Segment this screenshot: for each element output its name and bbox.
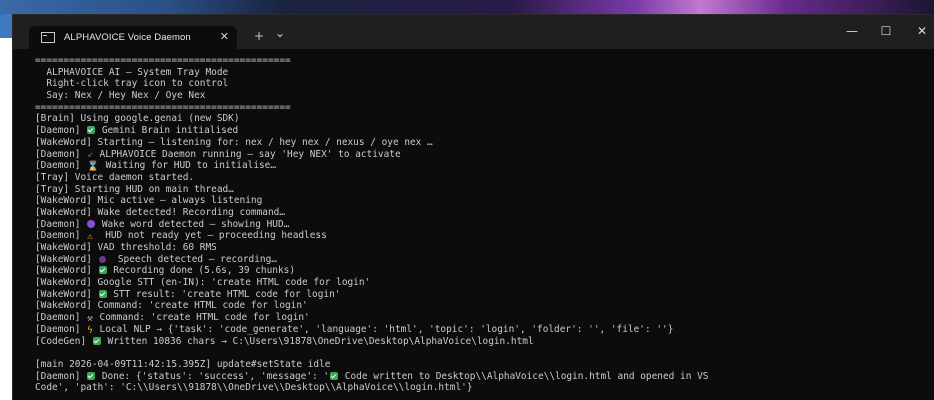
terminal-line: [Tray] Starting HUD on main thread… bbox=[35, 184, 931, 196]
line-text: [WakeWord] Command: 'create HTML code fo… bbox=[35, 300, 308, 312]
line-prefix: [CodeGen] bbox=[35, 335, 92, 347]
line-text: Command: 'create HTML code for login' bbox=[93, 312, 310, 324]
check-icon bbox=[87, 371, 96, 380]
line-text: [WakeWord] VAD threshold: 60 RMS bbox=[35, 242, 217, 253]
line-prefix: [WakeWord] bbox=[35, 253, 98, 265]
line-prefix: [Daemon] bbox=[35, 218, 87, 230]
check-icon bbox=[330, 371, 339, 380]
terminal-line: [WakeWord] Google STT (en-IN): 'create H… bbox=[35, 277, 931, 289]
tab-alphavoice[interactable]: ALPHAVOICE Voice Daemon ✕ bbox=[29, 26, 237, 49]
tab-title: ALPHAVOICE Voice Daemon bbox=[64, 32, 191, 43]
terminal-line: [Daemon] Wake word detected – showing HU… bbox=[35, 219, 931, 231]
line-text: HUD not ready yet – proceeding headless bbox=[93, 230, 327, 242]
terminal-line: Code', 'path': 'C:\\Users\\91878\\OneDri… bbox=[35, 382, 931, 394]
line-text: [WakeWord] Wake detected! Recording comm… bbox=[35, 206, 286, 218]
line-text: [Tray] Voice daemon started. bbox=[35, 171, 195, 183]
warning-icon: ⚠ bbox=[87, 231, 93, 242]
terminal-output[interactable]: ========================================… bbox=[35, 55, 931, 394]
line-prefix: [Daemon] bbox=[35, 230, 87, 242]
terminal-line: ========================================… bbox=[35, 102, 931, 114]
line-text: ALPHAVOICE Daemon running – say 'Hey NEX… bbox=[93, 148, 401, 160]
line-prefix: [WakeWord] bbox=[35, 288, 98, 300]
terminal-line: [WakeWord] Wake detected! Recording comm… bbox=[35, 207, 931, 219]
terminal-line: [Daemon] ϟ Local NLP → {'task': 'code_ge… bbox=[35, 324, 931, 336]
bolt-icon: ϟ bbox=[87, 324, 93, 336]
rocket-icon: ➶ bbox=[87, 149, 93, 161]
check-icon bbox=[92, 336, 101, 345]
line-text: Written 10836 chars → C:\Users\91878\One… bbox=[101, 335, 534, 347]
terminal-line: [Tray] Voice daemon started. bbox=[35, 172, 931, 184]
terminal-line: [Daemon] ⚠ HUD not ready yet – proceedin… bbox=[35, 230, 931, 242]
terminal-line: [WakeWord] Command: 'create HTML code fo… bbox=[35, 300, 931, 312]
line-text: Say: Nex / Hey Nex / Oye Nex bbox=[35, 90, 206, 102]
line-prefix: [WakeWord] bbox=[35, 265, 98, 277]
line-text: Right-click tray icon to control bbox=[35, 78, 229, 90]
line-text: [Tray] Starting HUD on main thread… bbox=[35, 183, 234, 195]
terminal-line: [Daemon] ⌛ Waiting for HUD to initialise… bbox=[35, 160, 931, 172]
tab-close-icon[interactable]: ✕ bbox=[220, 31, 229, 43]
terminal-line: [Daemon] ⚒ Command: 'create HTML code fo… bbox=[35, 312, 931, 324]
line-text: [main 2026-04-09T11:42:15.395Z] update#s… bbox=[35, 358, 331, 370]
line-text: Local NLP → {'task': 'code_generate', 'l… bbox=[93, 323, 674, 335]
terminal-line: Say: Nex / Hey Nex / Oye Nex bbox=[35, 90, 931, 102]
new-tab-button[interactable]: + bbox=[254, 29, 264, 43]
line-text: Code', 'path': 'C:\\Users\\91878\\OneDri… bbox=[35, 382, 473, 394]
line-text: [WakeWord] Google STT (en-IN): 'create H… bbox=[35, 277, 371, 289]
terminal-line: [WakeWord] Recording done (5.6s, 39 chun… bbox=[35, 265, 931, 277]
check-icon bbox=[98, 266, 107, 275]
line-text: [WakeWord] Starting – listening for: nex… bbox=[35, 136, 433, 148]
terminal-line: ========================================… bbox=[35, 55, 931, 67]
terminal-icon bbox=[41, 32, 55, 43]
line-prefix: [Daemon] bbox=[35, 370, 87, 382]
line-text: [Brain] Using google.genai (new SDK) bbox=[35, 113, 240, 125]
purple-circle-icon bbox=[87, 219, 96, 228]
hourglass-icon: ⌛ bbox=[87, 161, 99, 172]
terminal-line: [WakeWord] Speech detected – recording… bbox=[35, 254, 931, 266]
terminal-line: [WakeWord] Mic active – always listening bbox=[35, 195, 931, 207]
terminal-line: [WakeWord] VAD threshold: 60 RMS bbox=[35, 242, 931, 254]
terminal-line: [CodeGen] Written 10836 chars → C:\Users… bbox=[35, 336, 931, 348]
terminal-line: [Brain] Using google.genai (new SDK) bbox=[35, 113, 931, 125]
line-text: Waiting for HUD to initialise… bbox=[99, 160, 277, 172]
line-text: Recording done (5.6s, 39 chunks) bbox=[107, 265, 296, 277]
terminal-line: [WakeWord] STT result: 'create HTML code… bbox=[35, 289, 931, 301]
speech-icon bbox=[98, 255, 106, 263]
line-prefix: [Daemon] bbox=[35, 312, 87, 324]
line-text: Wake word detected – showing HUD… bbox=[96, 218, 290, 230]
terminal-line: Right-click tray icon to control bbox=[35, 78, 931, 90]
line-prefix: [Daemon] bbox=[35, 160, 87, 172]
terminal-line: [main 2026-04-09T11:42:15.395Z] update#s… bbox=[35, 359, 931, 371]
line-text: ALPHAVOICE AI – System Tray Mode bbox=[35, 66, 229, 78]
line-text: Gemini Brain initialised bbox=[96, 125, 239, 137]
terminal-line: [WakeWord] Starting – listening for: nex… bbox=[35, 137, 931, 149]
line-text: [WakeWord] Mic active – always listening bbox=[35, 195, 263, 207]
terminal-line: ALPHAVOICE AI – System Tray Mode bbox=[35, 67, 931, 79]
line-text: Code written to Desktop\\AlphaVoice\\log… bbox=[339, 370, 709, 382]
line-prefix: [Daemon] bbox=[35, 125, 87, 137]
line-text: Speech detected – recording… bbox=[106, 253, 277, 265]
maximize-button[interactable]: ☐ bbox=[876, 24, 896, 38]
line-text: Done: {'status': 'success', 'message': ' bbox=[96, 370, 330, 382]
line-prefix: [Daemon] bbox=[35, 323, 87, 335]
terminal-window: ALPHAVOICE Voice Daemon ✕ + ⌄ — ☐ ✕ ====… bbox=[12, 14, 934, 400]
title-bar[interactable]: ALPHAVOICE Voice Daemon ✕ + ⌄ — ☐ ✕ bbox=[13, 15, 934, 49]
dropdown-icon[interactable]: ⌄ bbox=[275, 26, 285, 40]
line-prefix: [Daemon] bbox=[35, 148, 87, 160]
terminal-line: [Daemon] ➶ ALPHAVOICE Daemon running – s… bbox=[35, 149, 931, 161]
line-text: ========================================… bbox=[35, 55, 291, 66]
hammer-icon: ⚒ bbox=[87, 313, 93, 324]
line-text: ========================================… bbox=[35, 101, 291, 113]
terminal-line: [Daemon] Gemini Brain initialised bbox=[35, 125, 931, 137]
terminal-line: [Daemon] Done: {'status': 'success', 'me… bbox=[35, 371, 931, 383]
minimize-button[interactable]: — bbox=[842, 24, 862, 38]
close-button[interactable]: ✕ bbox=[912, 24, 932, 38]
check-icon bbox=[98, 289, 107, 298]
check-icon bbox=[87, 126, 96, 135]
line-text: STT result: 'create HTML code for login' bbox=[107, 288, 341, 300]
